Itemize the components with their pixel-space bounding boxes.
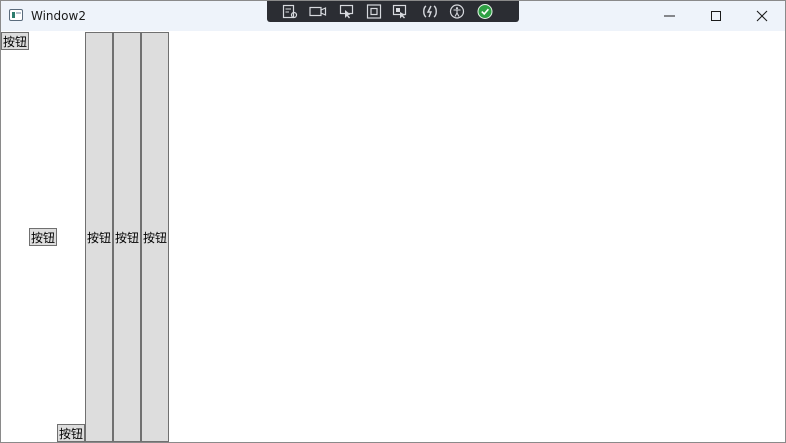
minimize-button[interactable]	[647, 1, 693, 31]
minimize-icon	[664, 15, 675, 17]
maximize-button[interactable]	[693, 1, 739, 31]
accessibility-icon[interactable]	[449, 4, 465, 19]
window-client-area: 按钮 按钮 按钮 按钮 按钮 按钮	[1, 31, 785, 442]
button-middle-left[interactable]: 按钮	[29, 228, 57, 246]
pointer-select-icon[interactable]	[339, 4, 355, 19]
track-focus-icon[interactable]	[392, 4, 408, 19]
application-window: Window2 按钮 按钮 按钮 按钮 按钮 按钮	[0, 0, 786, 443]
button-column-2[interactable]: 按钮	[113, 32, 141, 442]
hot-reload-icon[interactable]	[422, 4, 438, 19]
window-title: Window2	[31, 9, 86, 23]
close-icon	[756, 10, 768, 22]
close-button[interactable]	[739, 1, 785, 31]
button-top-left[interactable]: 按钮	[1, 32, 29, 50]
button-bottom-left[interactable]: 按钮	[57, 424, 85, 442]
video-icon[interactable]	[309, 4, 327, 19]
layout-adorner-icon[interactable]	[366, 4, 382, 19]
title-bar[interactable]: Window2	[1, 1, 785, 31]
select-element-icon[interactable]	[282, 4, 298, 19]
window-app-icon[interactable]	[9, 9, 23, 21]
check-circle-icon[interactable]	[477, 4, 493, 19]
maximize-icon	[711, 11, 721, 21]
button-column-1[interactable]: 按钮	[85, 32, 113, 442]
button-column-3[interactable]: 按钮	[141, 32, 169, 442]
xaml-debug-toolbar	[267, 1, 519, 22]
